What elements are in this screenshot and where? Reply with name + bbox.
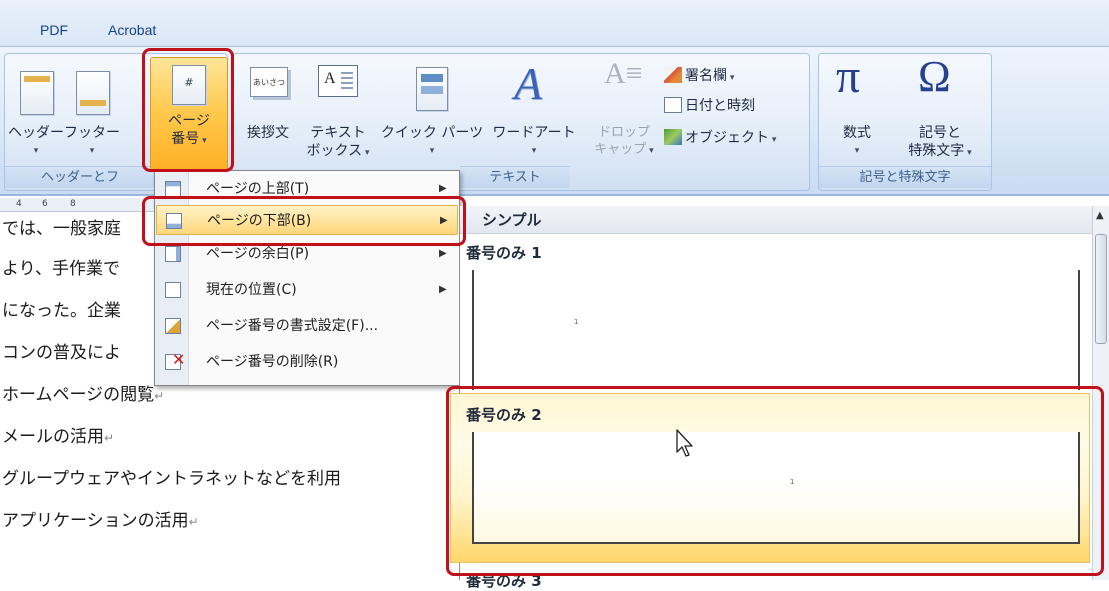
object-button[interactable]: オブジェクト ▾ bbox=[664, 127, 776, 149]
gallery-caption: 番号のみ 2 bbox=[466, 406, 542, 424]
footer-label: フッター bbox=[64, 125, 120, 141]
page-number-label-line1: ページ bbox=[168, 113, 210, 129]
page-number-menu: ページの上部(T) ▶ ページの下部(B) ▶ ページの余白(P) ▶ 現在の位… bbox=[154, 170, 460, 386]
doc-line: では、一般家庭 bbox=[2, 219, 121, 239]
text-box-label-line2: ボックス ▾ bbox=[306, 143, 370, 159]
triangle-right-icon: ▶ bbox=[439, 284, 447, 295]
date-time-button[interactable]: 日付と時刻 bbox=[664, 95, 755, 117]
group-label-symbols: 記号と特殊文字 bbox=[819, 166, 991, 188]
ribbon-tab-bar: PDF Acrobat bbox=[0, 0, 1109, 46]
text-box-button[interactable]: A テキスト ボックス ▾ bbox=[302, 53, 374, 165]
signature-line-button[interactable]: 署名欄 ▾ bbox=[664, 65, 734, 87]
mouse-cursor-icon bbox=[676, 429, 693, 457]
ruler-tick: 8 bbox=[70, 199, 76, 209]
greeting-label: 挨拶文 bbox=[247, 125, 289, 141]
header-button[interactable]: ヘッダー ▾ bbox=[6, 53, 66, 165]
quick-parts-button[interactable]: クイック パーツ ▾ bbox=[378, 53, 486, 165]
doc-line: になった。企業 bbox=[2, 301, 121, 321]
gallery-caption: 番号のみ 3 bbox=[466, 572, 542, 590]
greeting-button[interactable]: あいさつ 挨拶文 bbox=[236, 53, 300, 165]
page-top-icon bbox=[165, 181, 181, 197]
triangle-right-icon: ▶ bbox=[439, 183, 447, 194]
doc-line: メールの活用↵ bbox=[2, 427, 115, 447]
equation-button[interactable]: π 数式 ▾ bbox=[822, 50, 892, 165]
page-number-button[interactable]: # ページ 番号 ▾ bbox=[150, 57, 228, 171]
menu-item-bottom-of-page[interactable]: ページの下部(B) ▶ bbox=[156, 205, 458, 235]
doc-line: より、手作業で bbox=[2, 259, 120, 279]
chevron-down-icon: ▾ bbox=[429, 146, 435, 156]
group-label-text: テキスト bbox=[460, 166, 570, 188]
doc-line: グループウェアやイントラネットなどを利用 bbox=[2, 469, 341, 489]
group-label-header-footer: ヘッダーとフ bbox=[5, 166, 155, 188]
quick-parts-icon bbox=[416, 67, 448, 111]
word-art-label: ワードアート bbox=[492, 125, 576, 141]
header-icon bbox=[20, 71, 54, 115]
word-art-button[interactable]: A ワードアート ▾ bbox=[484, 53, 584, 165]
symbol-label-line1: 記号と bbox=[919, 125, 961, 141]
page-number-icon: # bbox=[172, 65, 206, 105]
triangle-right-icon: ▶ bbox=[440, 215, 448, 226]
current-position-icon bbox=[165, 282, 181, 298]
page-number-preview: 1 bbox=[574, 318, 579, 326]
drop-cap-label-line1: ドロップ bbox=[597, 125, 650, 140]
header-label: ヘッダー bbox=[8, 125, 64, 141]
ruler-tick: 6 bbox=[42, 199, 48, 209]
scroll-thumb[interactable] bbox=[1095, 234, 1107, 344]
drop-cap-button[interactable]: A≡ ドロップ キャップ ▾ bbox=[588, 53, 660, 165]
tab-acrobat[interactable]: Acrobat bbox=[108, 22, 156, 38]
text-box-label-line1: テキスト bbox=[310, 125, 366, 141]
object-icon bbox=[664, 129, 682, 145]
omega-icon: Ω bbox=[918, 52, 951, 101]
calendar-icon bbox=[664, 97, 682, 113]
gallery-scrollbar[interactable]: ▲ bbox=[1092, 206, 1109, 580]
signature-icon bbox=[664, 67, 682, 83]
pi-icon: π bbox=[836, 50, 861, 103]
doc-line: コンの普及によ bbox=[2, 343, 121, 363]
greeting-icon: あいさつ bbox=[250, 67, 288, 97]
text-box-icon: A bbox=[318, 65, 358, 97]
footer-icon bbox=[76, 71, 110, 115]
word-art-icon: A bbox=[514, 58, 543, 109]
page-number-gallery: シンプル 番号のみ 1 1 番号のみ 2 1 番号のみ 3 bbox=[450, 206, 1109, 590]
triangle-right-icon: ▶ bbox=[439, 248, 447, 259]
symbol-button[interactable]: Ω 記号と 特殊文字 ▾ bbox=[892, 52, 988, 165]
gallery-category-header: シンプル bbox=[460, 206, 1092, 234]
quick-parts-label: クイック パーツ bbox=[380, 125, 484, 141]
doc-line: ホームページの閲覧↵ bbox=[2, 385, 165, 405]
drop-cap-label-line2: キャップ ▾ bbox=[594, 142, 654, 157]
footer-button[interactable]: フッター ▾ bbox=[64, 53, 120, 165]
format-page-number-icon bbox=[165, 318, 181, 334]
page-bottom-icon bbox=[166, 213, 182, 229]
chevron-down-icon: ▾ bbox=[854, 146, 860, 156]
chevron-down-icon: ▾ bbox=[531, 146, 537, 156]
page-number-preview: 1 bbox=[790, 478, 795, 486]
menu-item-remove-page-numbers[interactable]: ✕ ページ番号の削除(R) bbox=[156, 347, 458, 377]
red-x-icon: ✕ bbox=[172, 350, 186, 369]
gallery-caption: 番号のみ 1 bbox=[466, 244, 542, 262]
equation-label: 数式 bbox=[843, 125, 871, 141]
gallery-item-number-only-2[interactable]: 1 bbox=[472, 432, 1080, 544]
doc-line: アプリケーションの活用↵ bbox=[2, 511, 199, 531]
drop-cap-icon: A≡ bbox=[604, 57, 643, 90]
menu-item-current-position[interactable]: 現在の位置(C) ▶ bbox=[156, 275, 458, 305]
chevron-down-icon: ▾ bbox=[33, 146, 39, 156]
gallery-item-number-only-1[interactable]: 1 bbox=[472, 270, 1080, 390]
symbol-label-line2: 特殊文字 ▾ bbox=[908, 143, 972, 159]
horizontal-ruler[interactable]: 4 6 8 bbox=[0, 198, 160, 212]
page-margin-icon bbox=[165, 246, 181, 262]
chevron-down-icon: ▾ bbox=[89, 146, 95, 156]
menu-item-format-page-numbers[interactable]: ページ番号の書式設定(F)... bbox=[156, 311, 458, 341]
tab-pdf[interactable]: PDF bbox=[40, 22, 68, 38]
page-number-label-line2: 番号 ▾ bbox=[171, 131, 207, 147]
menu-item-top-of-page[interactable]: ページの上部(T) ▶ bbox=[156, 174, 458, 204]
scroll-up-icon[interactable]: ▲ bbox=[1096, 210, 1104, 221]
menu-item-page-margins[interactable]: ページの余白(P) ▶ bbox=[156, 239, 458, 269]
ruler-tick: 4 bbox=[16, 199, 22, 209]
